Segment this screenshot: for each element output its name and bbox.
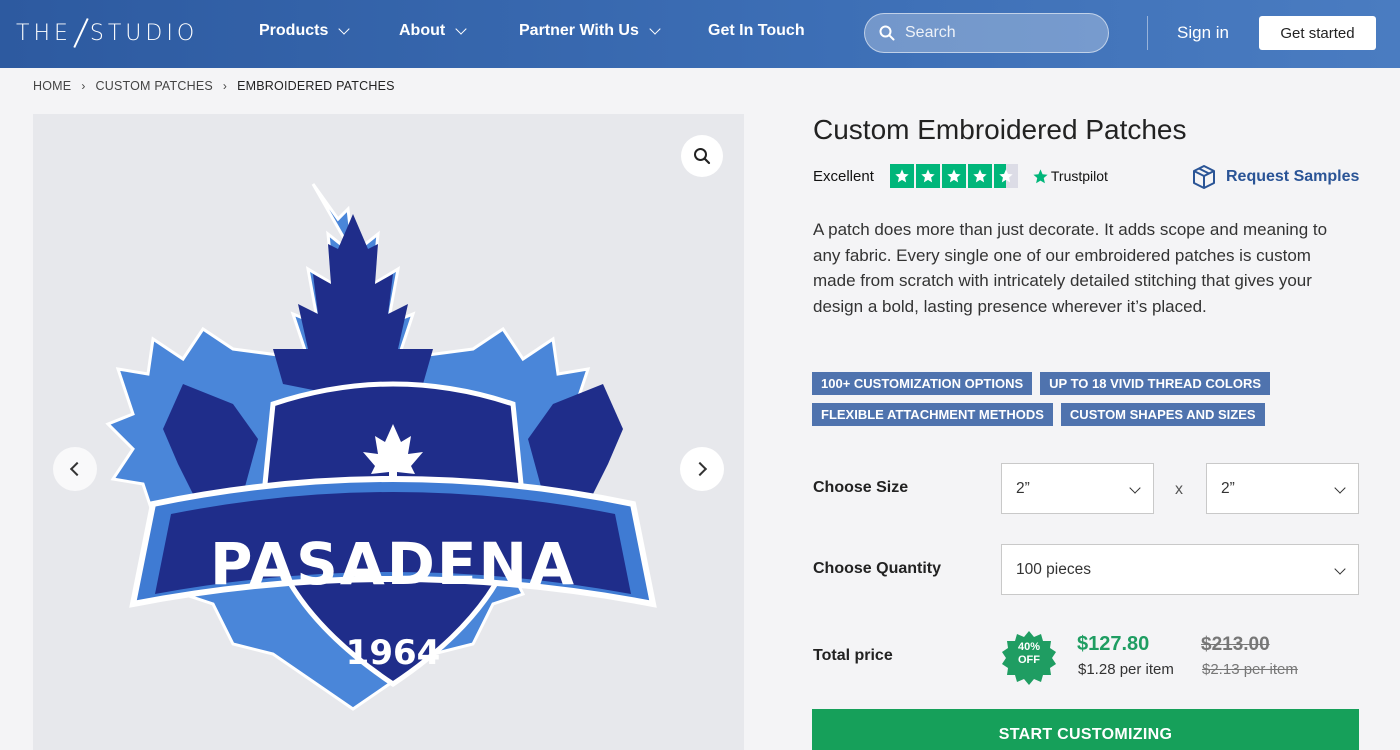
- current-price: $127.80: [1077, 633, 1150, 655]
- feature-tags: 100+ CUSTOMIZATION OPTIONS UP TO 18 VIVI…: [812, 372, 1357, 426]
- size-separator: x: [1175, 481, 1183, 498]
- discount-percent: 40%: [1017, 641, 1041, 653]
- breadcrumb: HOME › CUSTOM PATCHES › EMBROIDERED PATC…: [33, 79, 395, 93]
- chevron-right-icon: [692, 461, 708, 477]
- product-image-gallery: PASADENA 1964: [33, 114, 744, 750]
- logo-text-left: THE: [16, 20, 72, 46]
- size-height-select[interactable]: 2”: [1206, 463, 1359, 514]
- request-samples-link[interactable]: Request Samples: [1192, 164, 1359, 190]
- search-icon: [879, 25, 895, 41]
- start-customizing-button[interactable]: START CUSTOMIZING: [812, 709, 1359, 750]
- nav-about[interactable]: About: [399, 22, 467, 40]
- request-samples-label: Request Samples: [1226, 168, 1360, 185]
- product-image-patch: PASADENA 1964: [105, 183, 657, 711]
- trustpilot-star-icon: [1033, 168, 1048, 183]
- product-title: Custom Embroidered Patches: [813, 114, 1187, 145]
- product-description: A patch does more than just decorate. It…: [813, 220, 1328, 316]
- original-price: $213.00: [1201, 634, 1270, 655]
- feature-tag: FLEXIBLE ATTACHMENT METHODS: [812, 403, 1053, 426]
- nav-get-in-touch[interactable]: Get In Touch: [708, 22, 805, 40]
- quantity-value: 100 pieces: [1016, 560, 1091, 578]
- chevron-down-icon: [1129, 482, 1141, 494]
- size-width-value: 2”: [1016, 479, 1030, 497]
- magnifier-icon: [694, 148, 711, 165]
- chevron-down-icon: [649, 23, 661, 35]
- feature-tag: CUSTOM SHAPES AND SIZES: [1060, 403, 1265, 426]
- star-icon: [941, 164, 966, 188]
- nav-get-in-touch-label: Get In Touch: [708, 22, 805, 39]
- header-divider: [1147, 16, 1148, 50]
- rating-label: Excellent: [813, 167, 874, 185]
- patch-year: 1964: [346, 633, 441, 673]
- half-star-icon: [993, 164, 1018, 188]
- chevron-left-icon: [69, 461, 85, 477]
- gallery-next-button[interactable]: [680, 447, 724, 491]
- discount-off: OFF: [1018, 654, 1040, 666]
- nav-about-label: About: [399, 22, 446, 39]
- trustpilot-rating[interactable]: Excellent Trustpilot: [813, 164, 1108, 188]
- breadcrumb-home[interactable]: HOME: [33, 79, 71, 93]
- nav-partner-label: Partner With Us: [519, 22, 639, 39]
- price-per-item: $1.28 per item: [1078, 661, 1174, 678]
- feature-tag: 100+ CUSTOMIZATION OPTIONS: [812, 372, 1033, 395]
- size-height-value: 2”: [1221, 479, 1235, 497]
- top-navigation-bar: THE STUDIO Products About Partner With U…: [0, 0, 1400, 68]
- chevron-down-icon: [1334, 482, 1346, 494]
- search-box[interactable]: [864, 13, 1109, 53]
- nav-products-label: Products: [259, 22, 329, 39]
- choose-quantity-label: Choose Quantity: [813, 560, 942, 577]
- nav-products[interactable]: Products: [259, 22, 351, 40]
- total-price-label: Total price: [813, 647, 893, 664]
- logo-text-right: STUDIO: [89, 20, 199, 46]
- trustpilot-text: Trustpilot: [1050, 168, 1108, 184]
- get-started-button[interactable]: Get started: [1259, 16, 1376, 50]
- box-icon: [1193, 165, 1215, 189]
- gallery-prev-button[interactable]: [53, 447, 97, 491]
- star-icon: [889, 164, 914, 188]
- patch-word: PASADENA: [210, 530, 576, 598]
- breadcrumb-custom-patches[interactable]: CUSTOM PATCHES: [96, 79, 213, 93]
- rating-stars: [889, 164, 1018, 188]
- nav-partner-with-us[interactable]: Partner With Us: [519, 22, 661, 40]
- original-price-per-item: $2.13 per item: [1202, 661, 1298, 678]
- quantity-select[interactable]: 100 pieces: [1001, 544, 1359, 595]
- chevron-down-icon: [1334, 563, 1346, 575]
- breadcrumb-separator: ›: [222, 79, 228, 93]
- breadcrumb-separator: ›: [81, 79, 86, 93]
- zoom-button[interactable]: [681, 135, 723, 177]
- logo-slash: [73, 18, 89, 48]
- feature-tag: UP TO 18 VIVID THREAD COLORS: [1040, 372, 1271, 395]
- size-width-select[interactable]: 2”: [1001, 463, 1154, 514]
- sign-in-link[interactable]: Sign in: [1177, 23, 1229, 43]
- star-icon: [967, 164, 992, 188]
- chevron-down-icon: [338, 23, 351, 35]
- trustpilot-logo: Trustpilot: [1032, 168, 1108, 185]
- breadcrumb-current: EMBROIDERED PATCHES: [237, 79, 395, 93]
- search-input[interactable]: [905, 24, 1085, 42]
- discount-badge: 40% OFF: [1001, 641, 1057, 667]
- choose-size-label: Choose Size: [813, 479, 909, 496]
- chevron-down-icon: [455, 23, 467, 35]
- brand-logo[interactable]: THE STUDIO: [16, 14, 198, 52]
- star-icon: [915, 164, 940, 188]
